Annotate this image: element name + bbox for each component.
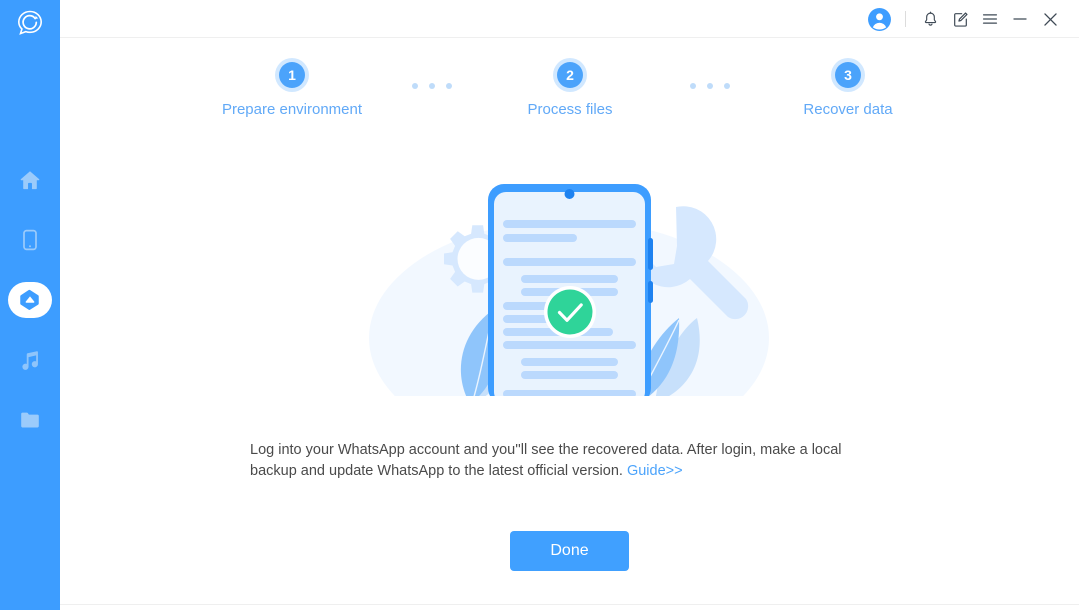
step-prepare-environment: 1 Prepare environment — [172, 62, 412, 118]
step-label: Process files — [527, 101, 613, 118]
bell-icon — [924, 11, 936, 26]
cloud-recover-icon — [20, 289, 39, 310]
done-button[interactable]: Done — [510, 531, 629, 571]
phone-camera-dot — [564, 189, 575, 199]
note-edit-icon — [953, 11, 968, 27]
titlebar-divider — [905, 11, 906, 27]
music-note-icon — [22, 351, 38, 370]
home-icon — [20, 171, 40, 190]
dot — [412, 83, 418, 89]
step-number-badge: 3 — [835, 62, 861, 88]
hamburger-menu-icon — [982, 14, 998, 24]
step-number-badge: 2 — [557, 62, 583, 88]
guide-link[interactable]: Guide>> — [627, 463, 683, 479]
minimize-icon — [1013, 18, 1027, 20]
brand-logo-icon[interactable] — [14, 7, 46, 39]
account-avatar-button[interactable] — [864, 4, 894, 34]
phone-icon — [23, 229, 37, 251]
titlebar — [60, 0, 1079, 38]
minimize-button[interactable] — [1005, 4, 1035, 34]
step-label: Prepare environment — [221, 101, 363, 118]
user-avatar-icon — [867, 7, 891, 31]
description-text: Log into your WhatsApp account and you''… — [250, 440, 890, 482]
phone-side-button — [648, 238, 653, 270]
step-label: Recover data — [803, 101, 893, 118]
footer-divider — [60, 604, 1079, 605]
menu-button[interactable] — [975, 4, 1005, 34]
description-body: Log into your WhatsApp account and you''… — [250, 442, 842, 479]
sidebar-item-recover[interactable] — [0, 270, 60, 330]
step-connector-dots — [690, 83, 730, 89]
step-recover-data: 3 Recover data — [728, 62, 968, 118]
sidebar-item-music[interactable] — [0, 330, 60, 390]
phone-side-button — [648, 281, 653, 303]
sidebar — [0, 0, 60, 610]
dot — [429, 83, 435, 89]
sidebar-item-files[interactable] — [0, 390, 60, 450]
sidebar-nav — [0, 150, 60, 450]
sidebar-item-home[interactable] — [0, 150, 60, 210]
step-connector-dots — [412, 83, 452, 89]
window-controls — [864, 0, 1065, 38]
folder-icon — [21, 412, 39, 428]
sidebar-item-device[interactable] — [0, 210, 60, 270]
step-number-badge: 1 — [279, 62, 305, 88]
feedback-button[interactable] — [945, 4, 975, 34]
dot — [707, 83, 713, 89]
green-check-circle-icon — [544, 286, 596, 338]
step-indicator: 1 Prepare environment 2 Process files 3 … — [60, 38, 1079, 148]
app-window: 1 Prepare environment 2 Process files 3 … — [0, 0, 1079, 610]
close-button[interactable] — [1035, 4, 1065, 34]
close-icon — [1043, 12, 1057, 26]
dot — [690, 83, 696, 89]
step-process-files: 2 Process files — [450, 62, 690, 118]
phone-document-success-illustration — [349, 178, 790, 396]
notifications-button[interactable] — [915, 4, 945, 34]
